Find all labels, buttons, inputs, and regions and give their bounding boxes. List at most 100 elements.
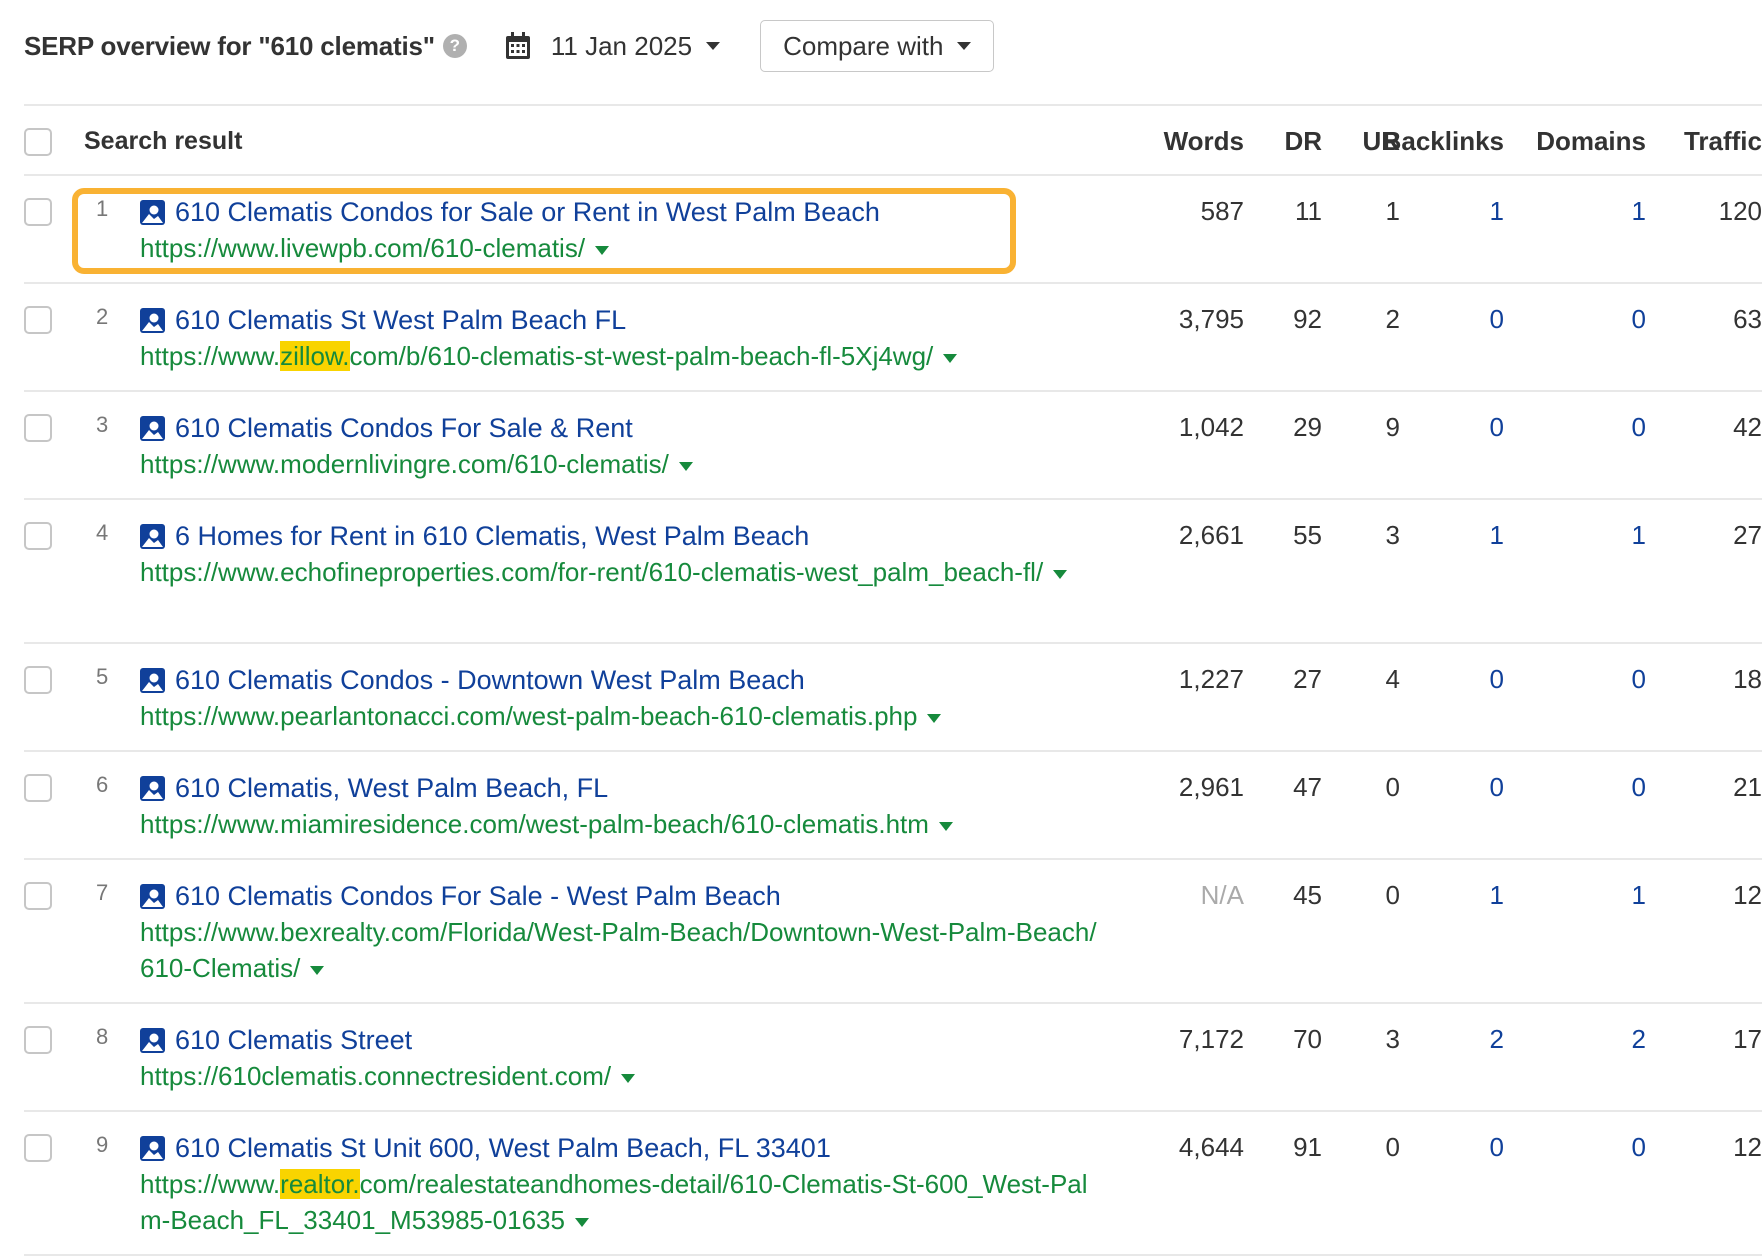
backlinks-link[interactable]: 2 (1490, 1024, 1504, 1055)
backlinks-link[interactable]: 1 (1490, 196, 1504, 227)
domains-link[interactable]: 1 (1632, 520, 1646, 551)
url-dropdown-caret-icon[interactable] (621, 1073, 636, 1083)
url-text: https://www. (140, 341, 281, 371)
url-dropdown-caret-icon[interactable] (938, 821, 953, 831)
words-value: 2,961 (1178, 772, 1244, 802)
result-title-link[interactable]: 610 Clematis Condos For Sale & Rent (175, 413, 633, 444)
url-text: https://www. (140, 1169, 281, 1199)
result-title-link[interactable]: 610 Clematis Street (175, 1025, 412, 1056)
result-url-link[interactable]: https://www.livewpb.com/610-clematis/ (140, 230, 1100, 266)
backlinks-link[interactable]: 0 (1490, 664, 1504, 695)
row-checkbox[interactable] (24, 882, 52, 910)
backlinks-link[interactable]: 1 (1490, 520, 1504, 551)
row-checkbox[interactable] (24, 522, 52, 550)
column-header-traffic[interactable]: Traffic (1684, 126, 1762, 157)
search-result-cell: 610 Clematis St Unit 600, West Palm Beac… (140, 1130, 1100, 1238)
result-url-link[interactable]: https://www.zillow.com/b/610-clematis-st… (140, 338, 1100, 374)
page-title: SERP overview for "610 clematis" (24, 30, 435, 61)
url-dropdown-caret-icon[interactable] (574, 1217, 589, 1227)
url-dropdown-caret-icon[interactable] (943, 353, 958, 363)
words-value: 2,661 (1178, 520, 1244, 550)
result-title-link[interactable]: 610 Clematis Condos for Sale or Rent in … (175, 197, 880, 228)
serp-table: Search result Words DR UR Backlinks Doma… (24, 104, 1762, 1256)
row-checkbox[interactable] (24, 1134, 52, 1162)
url-dropdown-caret-icon[interactable] (1053, 569, 1068, 579)
domains-link[interactable]: 1 (1632, 196, 1646, 227)
words-value: 3,795 (1178, 304, 1244, 334)
result-title-link[interactable]: 610 Clematis Condos For Sale - West Palm… (175, 881, 781, 912)
column-header-backlinks[interactable]: Backlinks (1383, 126, 1504, 157)
image-icon (140, 307, 165, 333)
row-checkbox[interactable] (24, 1026, 52, 1054)
result-url-link[interactable]: https://www.bexrealty.com/Florida/West-P… (140, 914, 1100, 986)
column-header-words[interactable]: Words (1164, 126, 1244, 157)
dr-value: 92 (1293, 304, 1322, 334)
url-dropdown-caret-icon[interactable] (678, 461, 693, 471)
table-header-row: Search result Words DR UR Backlinks Doma… (24, 106, 1762, 176)
domains-link[interactable]: 0 (1632, 412, 1646, 443)
url-text-rest: com/b/610-clematis-st-west-palm-beach-fl… (349, 341, 934, 371)
result-title-link[interactable]: 610 Clematis Condos - Downtown West Palm… (175, 665, 805, 696)
result-title-link[interactable]: 6 Homes for Rent in 610 Clematis, West P… (175, 521, 809, 552)
backlinks-link[interactable]: 0 (1490, 304, 1504, 335)
url-dropdown-caret-icon[interactable] (595, 245, 610, 255)
image-icon (140, 667, 165, 693)
backlinks-link[interactable]: 0 (1490, 1132, 1504, 1163)
image-icon (140, 199, 165, 225)
column-header-search-result[interactable]: Search result (84, 127, 242, 156)
backlinks-link[interactable]: 0 (1490, 412, 1504, 443)
domains-link[interactable]: 0 (1632, 664, 1646, 695)
ur-value: 2 (1385, 304, 1400, 334)
backlinks-link[interactable]: 0 (1490, 772, 1504, 803)
column-header-dr[interactable]: DR (1284, 126, 1322, 157)
compare-with-button[interactable]: Compare with (760, 20, 995, 72)
column-header-domains[interactable]: Domains (1536, 126, 1646, 157)
ur-value: 9 (1385, 412, 1400, 442)
traffic-value: 21 (1733, 772, 1762, 802)
domains-link[interactable]: 0 (1632, 772, 1646, 803)
result-title-link[interactable]: 610 Clematis, West Palm Beach, FL (175, 773, 608, 804)
result-title-link[interactable]: 610 Clematis St Unit 600, West Palm Beac… (175, 1133, 831, 1164)
dr-value: 29 (1293, 412, 1322, 442)
image-icon (140, 1027, 165, 1053)
question-circle-icon[interactable]: ? (442, 34, 467, 58)
traffic-value: 12 (1733, 880, 1762, 910)
backlinks-link[interactable]: 1 (1490, 880, 1504, 911)
url-dropdown-caret-icon[interactable] (310, 965, 325, 975)
image-icon (140, 775, 165, 801)
domains-link[interactable]: 1 (1632, 880, 1646, 911)
result-title-link[interactable]: 610 Clematis St West Palm Beach FL (175, 305, 626, 336)
row-checkbox[interactable] (24, 306, 52, 334)
chevron-down-icon (957, 42, 972, 50)
result-url-link[interactable]: https://www.pearlantonacci.com/west-palm… (140, 698, 1100, 734)
traffic-value: 12 (1733, 1132, 1762, 1162)
row-checkbox[interactable] (24, 414, 52, 442)
rank-number: 6 (96, 772, 109, 797)
ur-value: 4 (1385, 664, 1400, 694)
traffic-value: 18 (1733, 664, 1762, 694)
domains-link[interactable]: 0 (1632, 1132, 1646, 1163)
words-value: 1,227 (1178, 664, 1244, 694)
image-icon (140, 1135, 165, 1161)
url-text: https://610clematis.connectresident.com/ (140, 1061, 612, 1091)
result-url-link[interactable]: https://www.echofineproperties.com/for-r… (140, 554, 1100, 590)
row-checkbox[interactable] (24, 774, 52, 802)
search-result-cell: 610 Clematis Condos for Sale or Rent in … (140, 194, 1100, 266)
result-url-link[interactable]: https://www.miamiresidence.com/west-palm… (140, 806, 1100, 842)
table-row: 5 610 Clematis Condos - Downtown West Pa… (24, 644, 1762, 752)
url-highlight: zillow. (280, 341, 350, 371)
row-checkbox[interactable] (24, 198, 52, 226)
domains-link[interactable]: 2 (1632, 1024, 1646, 1055)
url-text: https://www.miamiresidence.com/west-palm… (140, 809, 929, 839)
ur-value: 0 (1385, 772, 1400, 802)
result-url-link[interactable]: https://www.realtor.com/realestateandhom… (140, 1166, 1100, 1238)
domains-link[interactable]: 0 (1632, 304, 1646, 335)
url-highlight: realtor. (280, 1169, 360, 1199)
traffic-value: 63 (1733, 304, 1762, 334)
date-picker[interactable]: 11 Jan 2025 (505, 31, 721, 62)
result-url-link[interactable]: https://www.modernlivingre.com/610-clema… (140, 446, 1100, 482)
select-all-checkbox[interactable] (24, 128, 52, 156)
result-url-link[interactable]: https://610clematis.connectresident.com/ (140, 1058, 1100, 1094)
url-dropdown-caret-icon[interactable] (927, 713, 942, 723)
row-checkbox[interactable] (24, 666, 52, 694)
